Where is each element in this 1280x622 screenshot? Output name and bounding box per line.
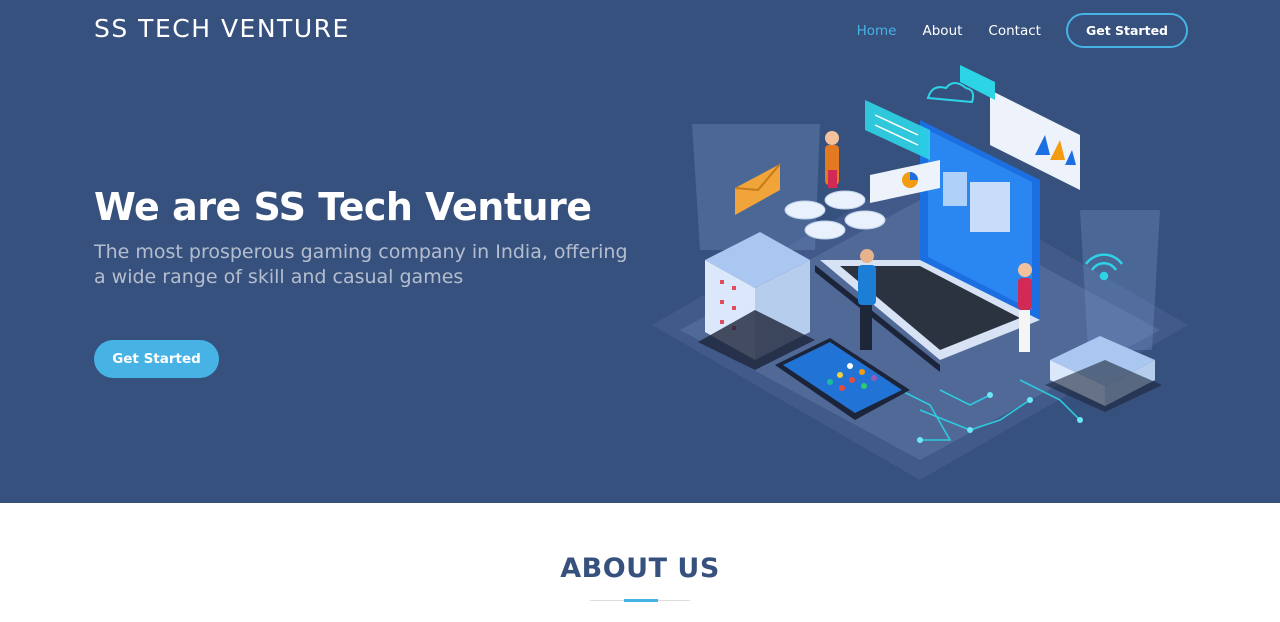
nav-home[interactable]: Home xyxy=(857,23,897,39)
hero-section: SS TECH VENTURE Home About Contact Get S… xyxy=(0,0,1280,503)
nav-get-started-button[interactable]: Get Started xyxy=(1065,13,1188,48)
hero-title: We are SS Tech Venture xyxy=(94,185,592,229)
nav-about[interactable]: About xyxy=(923,23,963,39)
about-section-title: ABOUT US xyxy=(560,553,720,584)
main-nav: Home About Contact Get Started xyxy=(831,13,1188,48)
hero-subtitle: The most prosperous gaming company in In… xyxy=(94,241,628,288)
hero-get-started-button[interactable]: Get Started xyxy=(94,340,219,378)
about-title-accent-bar xyxy=(624,599,658,602)
isometric-tech-illustration xyxy=(652,65,1188,480)
site-logo[interactable]: SS TECH VENTURE xyxy=(94,14,350,43)
nav-contact[interactable]: Contact xyxy=(988,23,1041,39)
